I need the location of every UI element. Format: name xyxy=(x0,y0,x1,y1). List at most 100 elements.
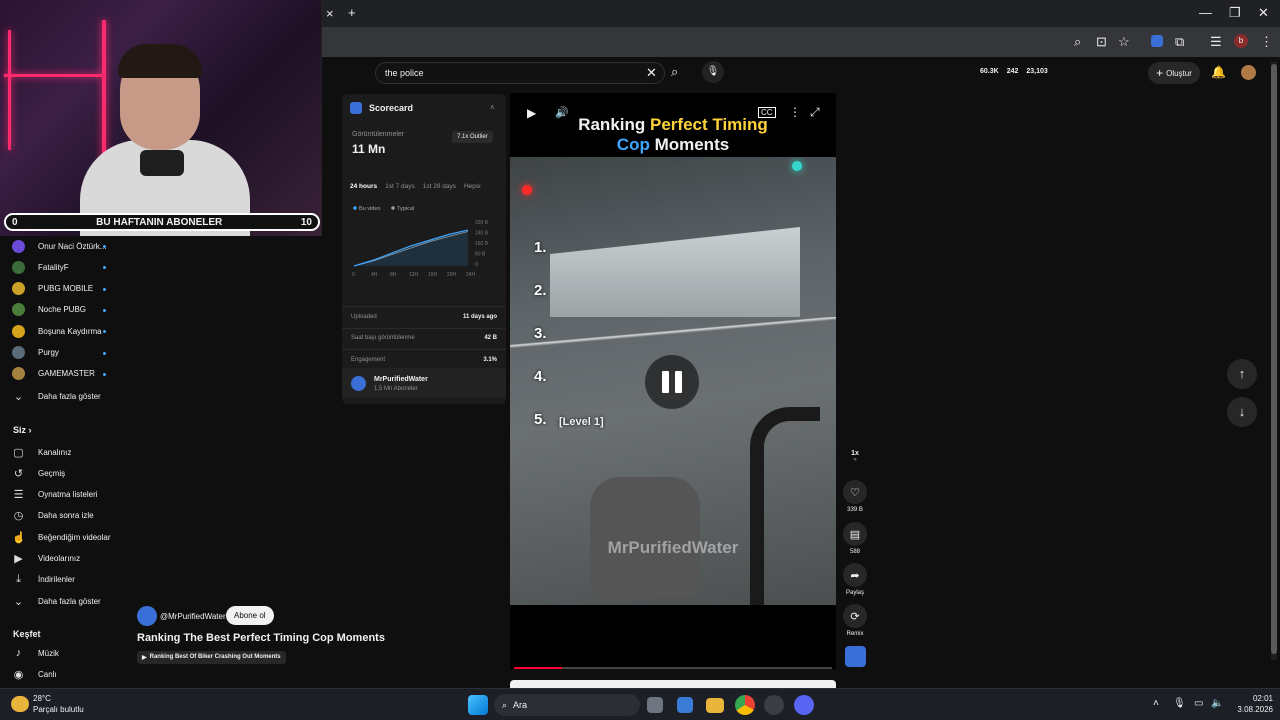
download-icon: ⤓ xyxy=(16,573,21,586)
new-tab-icon[interactable]: + xyxy=(348,6,356,20)
remix-button[interactable]: ⟳ Remix xyxy=(842,604,868,637)
volume-icon[interactable]: 🔈 xyxy=(1211,698,1223,709)
profile-avatar[interactable]: b xyxy=(1234,34,1248,48)
app-icon[interactable] xyxy=(764,695,784,715)
play-icon[interactable]: ▶ xyxy=(527,106,536,120)
create-button[interactable]: + Oluştur xyxy=(1148,62,1200,84)
next-short-button[interactable]: ↓ xyxy=(1227,397,1257,427)
weather-icon[interactable] xyxy=(11,696,29,712)
sidebar-channel[interactable]: Boşuna Kaydırma xyxy=(12,322,112,340)
store-icon[interactable] xyxy=(677,697,693,713)
minimize-icon[interactable]: — xyxy=(1199,6,1212,20)
clear-search-icon[interactable]: ✕ xyxy=(646,65,657,81)
speed-button[interactable]: 1x » xyxy=(842,450,868,463)
puzzle-icon[interactable]: ⧉ xyxy=(1175,35,1184,49)
sidebar-item[interactable]: ☰ Oynatma listeleri xyxy=(12,486,112,504)
playlist-chip[interactable]: ▶ Ranking Best Of Biker Crashing Out Mom… xyxy=(137,651,286,664)
subs-count-right: 10 xyxy=(300,216,312,228)
start-icon[interactable] xyxy=(468,695,488,715)
sidebar-channel[interactable]: PUBG MOBILE xyxy=(12,280,112,298)
restore-icon[interactable]: ❐ xyxy=(1229,6,1241,20)
video-player[interactable]: Ranking Perfect Timing Cop Moments ▶ 🔊 C… xyxy=(510,93,836,605)
video-icon: ▶ xyxy=(14,553,23,565)
fullscreen-icon[interactable]: ⤢ xyxy=(810,105,820,120)
scrollbar-thumb[interactable] xyxy=(1271,64,1277,654)
stat-watchers: 242 xyxy=(1006,68,1019,75)
stat-value: 42 B xyxy=(484,335,497,341)
you-heading-label: Siz xyxy=(13,425,27,435)
clock-date[interactable]: 3.08.2026 xyxy=(1227,705,1273,714)
video-title: Ranking The Best Perfect Timing Cop Mome… xyxy=(137,632,385,644)
clock-time[interactable]: 02:01 xyxy=(1233,694,1273,703)
channel-avatar[interactable] xyxy=(137,606,157,626)
weather-desc[interactable]: Parçalı bulutlu xyxy=(33,705,84,714)
sidebar-item-label: Kanalınız xyxy=(38,447,72,457)
sidebar-channel[interactable]: Purgy xyxy=(12,344,112,362)
channel-handle[interactable]: @MrPurifiedWater xyxy=(160,612,226,621)
range-tab[interactable]: 24 hours xyxy=(350,183,377,190)
sidebar-item[interactable]: ▶ Videolarınız xyxy=(12,550,112,568)
sidebar-item-label: Geçmiş xyxy=(38,468,66,478)
you-heading[interactable]: Siz › xyxy=(13,425,32,435)
sidebar-channel[interactable]: GAMEMASTER xyxy=(12,365,112,383)
file-explorer-icon[interactable] xyxy=(706,698,724,713)
scorecard-logo-icon xyxy=(350,102,362,114)
comments-button[interactable]: ▤ 588 xyxy=(842,522,868,555)
sound-thumbnail[interactable] xyxy=(845,646,866,667)
chrome-icon[interactable] xyxy=(735,695,755,715)
pause-button[interactable] xyxy=(645,355,699,409)
fast-forward-icon: » xyxy=(853,457,857,463)
show-more-channels[interactable]: ⌄ Daha fazla göster xyxy=(12,387,112,405)
sidebar-item-label: Noche PUBG xyxy=(38,305,87,315)
range-tab[interactable]: 1st 28 days xyxy=(423,183,456,190)
sidebar-item[interactable]: ↺ Geçmiş xyxy=(12,464,112,482)
captions-icon[interactable]: CC xyxy=(758,107,776,118)
sidebar-channel[interactable]: FatalityF xyxy=(12,258,112,276)
sidebar-channel[interactable]: Onur Naci Öztürk... xyxy=(12,237,112,255)
voice-search-icon[interactable]: 🎙 xyxy=(702,61,724,83)
microphone-icon[interactable]: 🎙 xyxy=(1173,698,1186,709)
extension-icon[interactable] xyxy=(1151,35,1163,47)
search-icon[interactable]: ⌕ xyxy=(671,64,678,80)
window-close-icon[interactable]: ✕ xyxy=(1258,6,1269,20)
subscribe-button[interactable]: Abone ol xyxy=(226,606,274,625)
tray-chevron-icon[interactable]: ˄ xyxy=(1153,698,1159,709)
sidebar-item[interactable]: ⤓ İndirilenler xyxy=(12,571,112,589)
account-avatar[interactable] xyxy=(1241,65,1256,80)
previous-short-button[interactable]: ↑ xyxy=(1227,359,1257,389)
bookmark-star-icon[interactable]: ☆ xyxy=(1118,35,1130,49)
sidebar-channel[interactable]: Noche PUBG xyxy=(12,301,112,319)
scrollbar[interactable] xyxy=(1271,62,1277,660)
range-tab[interactable]: 1st 7 days xyxy=(385,183,415,190)
views-label: Görüntülenmeler xyxy=(352,131,405,138)
live-dot xyxy=(103,351,106,355)
show-more-you[interactable]: ⌄ Daha fazla göster xyxy=(12,592,112,610)
channel-card[interactable]: MrPurifiedWater 1,5 Mn Aboneler xyxy=(342,368,506,398)
zoom-icon[interactable]: ⌕ xyxy=(1074,35,1081,49)
more-options-icon[interactable]: ⋮ xyxy=(789,105,801,119)
install-icon[interactable]: ⊡ xyxy=(1096,35,1107,49)
range-tab[interactable]: Hepsi xyxy=(464,183,481,190)
sidebar-item[interactable]: ◷ Daha sonra izle xyxy=(12,507,112,525)
discord-icon[interactable] xyxy=(794,695,814,715)
sidebar-item[interactable]: ♪ Müzik xyxy=(12,644,112,662)
collapse-icon[interactable]: ˄ xyxy=(490,103,495,112)
notifications-bell-icon[interactable]: 🔔 xyxy=(1211,65,1226,79)
volume-icon[interactable]: 🔊 xyxy=(555,106,569,119)
network-icon[interactable]: ▭ xyxy=(1194,698,1203,709)
menu-dots-icon[interactable]: ⋮ xyxy=(1260,35,1273,49)
sidebar-item-label: Daha fazla göster xyxy=(38,391,101,401)
share-button[interactable]: ➦ Paylaş xyxy=(842,563,868,596)
task-view-icon[interactable] xyxy=(647,697,663,713)
tab-search-icon[interactable]: ☰ xyxy=(1210,35,1222,49)
sidebar-item[interactable]: ▢ Kanalınız xyxy=(12,443,112,461)
close-tab-icon[interactable]: × xyxy=(326,7,334,21)
chevron-down-icon: ⌄ xyxy=(13,390,24,403)
taskbar-search[interactable]: ⌕ Ara xyxy=(494,694,640,716)
search-input[interactable]: the police xyxy=(375,62,665,84)
weather-temp[interactable]: 28°C xyxy=(33,694,51,703)
sidebar-item[interactable]: ☝ Beğendiğim videolar xyxy=(12,528,112,546)
progress-track[interactable] xyxy=(514,667,832,669)
sidebar-item[interactable]: ◉ Canlı xyxy=(12,665,112,683)
like-button[interactable]: ♡ 339 B xyxy=(842,480,868,513)
